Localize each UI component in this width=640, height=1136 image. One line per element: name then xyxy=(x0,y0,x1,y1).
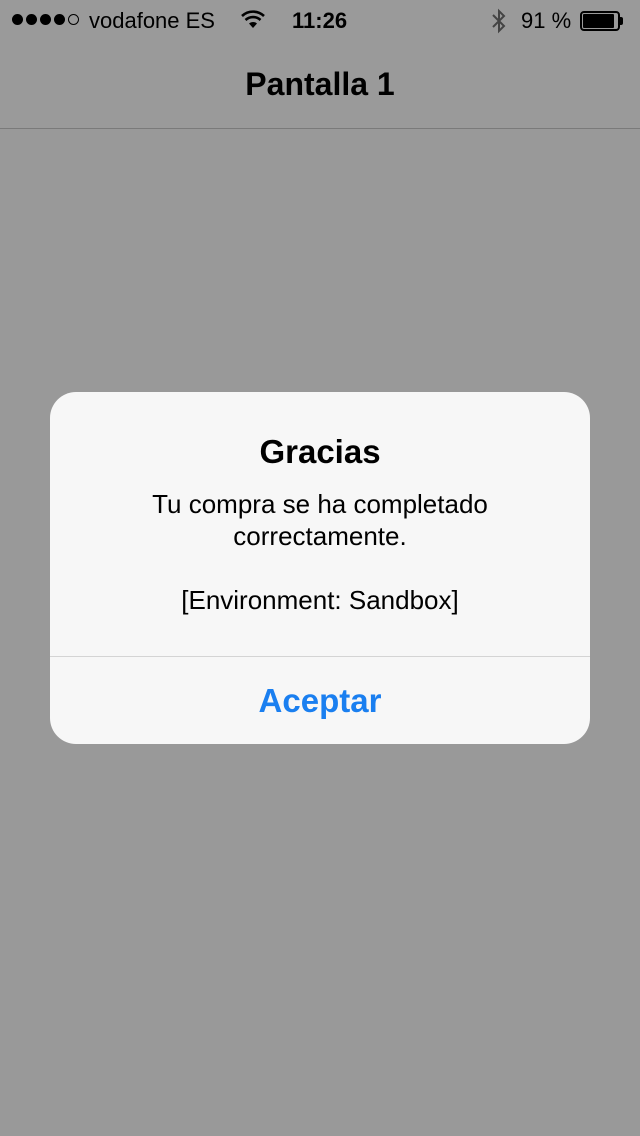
battery-percentage: 91 % xyxy=(521,8,572,33)
signal-strength-icon xyxy=(12,14,79,25)
wifi-icon xyxy=(240,10,266,36)
page-title: Pantalla 1 xyxy=(245,66,395,102)
signal-dot xyxy=(12,14,23,25)
battery-icon xyxy=(580,11,624,31)
status-bar: vodafone ES 11:26 91 % xyxy=(0,0,640,40)
bluetooth-icon xyxy=(490,8,508,40)
alert-title: Gracias xyxy=(259,433,381,470)
signal-dot-empty xyxy=(68,14,79,25)
top-bars: vodafone ES 11:26 91 % Pantalla 1 xyxy=(0,0,640,129)
alert-message: Tu compra se ha completado correctamente… xyxy=(152,489,488,615)
alert-dialog: Gracias Tu compra se ha completado corre… xyxy=(50,392,590,744)
signal-dot xyxy=(54,14,65,25)
accept-button[interactable]: Aceptar xyxy=(50,657,590,744)
status-time: 11:26 xyxy=(292,8,348,33)
carrier-name: vodafone ES xyxy=(89,8,215,33)
signal-dot xyxy=(26,14,37,25)
signal-dot xyxy=(40,14,51,25)
